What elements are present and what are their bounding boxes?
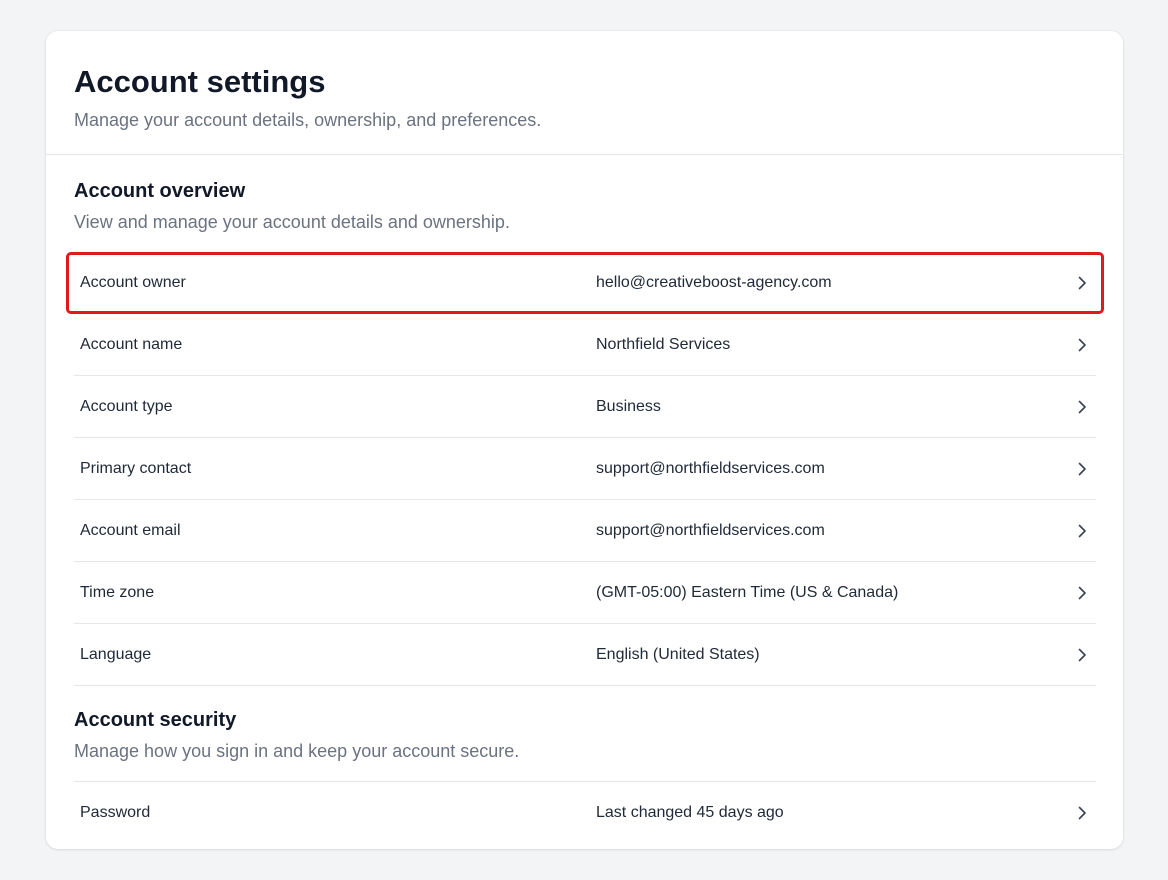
chevron-right-icon: [1078, 400, 1086, 413]
account-overview-section: Account overview View and manage your ac…: [46, 155, 1123, 686]
row-value: Business: [596, 397, 661, 415]
section-description: View and manage your account details and…: [74, 212, 510, 232]
row-value: Northfield Services: [596, 335, 731, 353]
account-security-section: Account security Manage how you sign in …: [46, 686, 1123, 843]
chevron-right-icon: [1078, 806, 1086, 819]
row-value: support@northfieldservices.com: [596, 521, 825, 539]
section-title: Account security: [74, 709, 237, 731]
row-value: support@northfieldservices.com: [596, 459, 825, 477]
chevron-right-icon: [1078, 648, 1086, 661]
row-label: Language: [80, 645, 152, 663]
row-label: Account type: [80, 397, 173, 415]
row-label: Time zone: [80, 583, 155, 601]
row-account-type[interactable]: Account type Business: [74, 376, 1096, 438]
chevron-right-icon: [1078, 524, 1086, 537]
chevron-right-icon: [1078, 338, 1086, 351]
row-label: Account name: [80, 335, 183, 353]
chevron-right-icon: [1078, 276, 1086, 290]
row-password[interactable]: Password Last changed 45 days ago: [74, 781, 1096, 843]
row-value: hello@creativeboost-agency.com: [596, 274, 832, 291]
row-label: Account email: [80, 521, 181, 539]
page-header: Account settings Manage your account det…: [46, 31, 1123, 155]
section-description: Manage how you sign in and keep your acc…: [74, 741, 520, 761]
chevron-right-icon: [1078, 586, 1086, 599]
row-value: Last changed 45 days ago: [596, 803, 784, 821]
row-value: English (United States): [596, 645, 760, 663]
row-account-name[interactable]: Account name Northfield Services: [74, 314, 1096, 376]
section-title: Account overview: [74, 180, 246, 202]
row-label: Password: [80, 803, 151, 821]
page-subtitle: Manage your account details, ownership, …: [74, 110, 542, 130]
row-account-owner[interactable]: Account owner hello@creativeboost-agency…: [66, 252, 1104, 314]
row-value: (GMT-05:00) Eastern Time (US & Canada): [596, 583, 899, 601]
row-label: Account owner: [80, 274, 186, 291]
settings-card: Account settings Manage your account det…: [46, 31, 1123, 849]
row-language[interactable]: Language English (United States): [74, 624, 1096, 686]
page-title: Account settings: [74, 64, 326, 99]
row-primary-contact[interactable]: Primary contact support@northfieldservic…: [74, 438, 1096, 500]
security-rows: Password Last changed 45 days ago: [74, 781, 1096, 843]
row-account-email[interactable]: Account email support@northfieldservices…: [74, 500, 1096, 562]
chevron-right-icon: [1078, 462, 1086, 475]
row-time-zone[interactable]: Time zone (GMT-05:00) Eastern Time (US &…: [74, 562, 1096, 624]
overview-rows: Account owner hello@creativeboost-agency…: [66, 252, 1104, 686]
row-label: Primary contact: [80, 459, 192, 477]
